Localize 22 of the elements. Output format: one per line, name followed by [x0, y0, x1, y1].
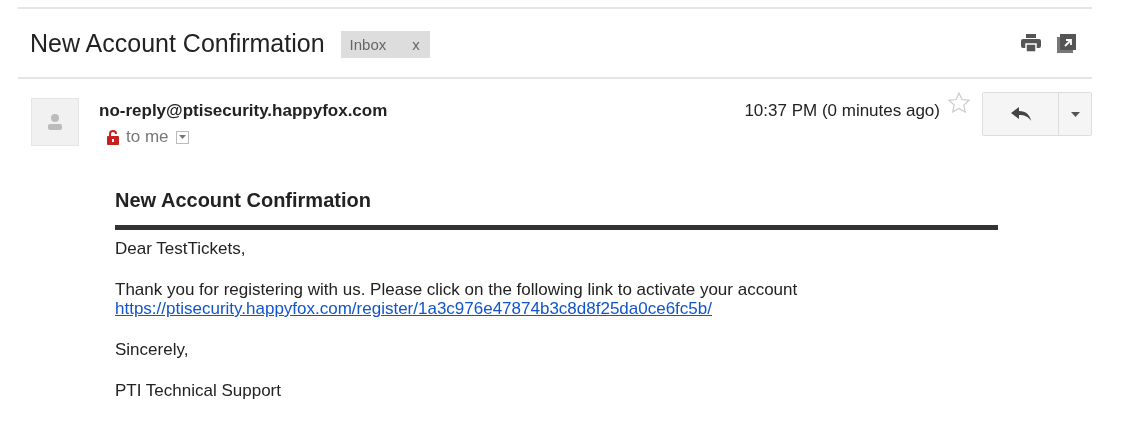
star-icon[interactable]: [948, 92, 970, 113]
greeting-text: Dear TestTickets,: [115, 239, 246, 258]
recipient-text: to me: [126, 127, 169, 147]
body-text: Thank you for registering with us. Please click on the following link to activate your account: [115, 280, 798, 299]
activation-link[interactable]: https://ptisecurity.happyfox.com/register/1a3c976e47874b3c8d8f25da0ce6fc5b/: [115, 299, 712, 318]
reply-icon: [1010, 107, 1031, 121]
new-window-icon[interactable]: [1057, 33, 1076, 53]
closing-text: Sincerely,: [115, 340, 189, 359]
caret-icon: [1070, 111, 1080, 117]
timestamp: 10:37 PM (0 minutes ago): [744, 101, 940, 121]
reply-button[interactable]: [983, 93, 1059, 135]
email-subject: New Account Confirmation: [30, 28, 325, 58]
label-text: Inbox: [349, 35, 387, 53]
details-dropdown[interactable]: [175, 130, 189, 144]
person-icon: [48, 114, 62, 130]
caret-icon: [178, 135, 186, 139]
email-heading: New Account Confirmation: [115, 189, 372, 212]
remove-label-button[interactable]: x: [412, 35, 420, 53]
signature-text: PTI Technical Support: [115, 381, 281, 400]
sender-address: no-reply@ptisecurity.happyfox.com: [99, 101, 388, 120]
print-icon[interactable]: [1021, 33, 1041, 52]
label-chip[interactable]: Inbox x: [340, 30, 430, 58]
